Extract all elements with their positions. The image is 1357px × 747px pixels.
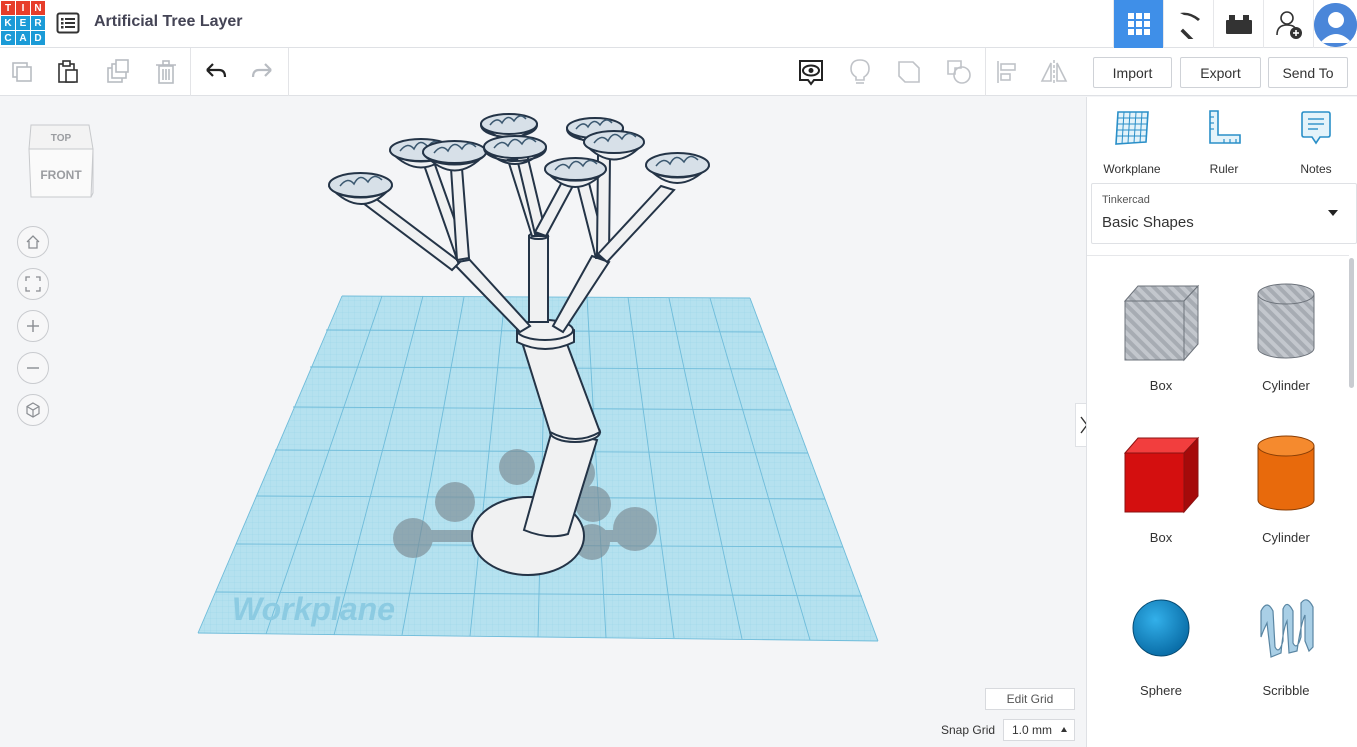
logo-letter: D <box>31 31 45 45</box>
shapes-panel: Workplane Ruler Notes Tinkercad Basic Sh… <box>1086 97 1357 747</box>
leaf-bowl[interactable] <box>479 113 539 140</box>
shape-name: Cylinder <box>1262 530 1310 545</box>
snap-grid-value: 1.0 mm <box>1012 723 1053 737</box>
fit-all-icon[interactable] <box>17 268 49 300</box>
box-hole-icon <box>1123 284 1200 362</box>
snap-grid-select[interactable]: 1.0 mm <box>1003 719 1075 741</box>
paste-icon[interactable] <box>52 56 84 88</box>
bricks-icon[interactable] <box>1213 0 1263 48</box>
3d-viewport[interactable]: Workplane TOP FRONT Edit Grid Snap Grid … <box>0 97 1091 747</box>
ruler-tool-label: Ruler <box>1209 162 1239 176</box>
delete-icon[interactable] <box>150 56 182 88</box>
group-icon[interactable] <box>893 56 925 88</box>
zoom-in-icon[interactable] <box>17 310 49 342</box>
add-user-icon[interactable] <box>1263 0 1313 48</box>
import-button[interactable]: Import <box>1093 57 1172 88</box>
view-cube[interactable]: TOP FRONT <box>25 121 97 205</box>
logo-letter: C <box>1 31 15 45</box>
workplane-label: Workplane <box>232 591 395 627</box>
workplane-icon <box>1115 111 1149 145</box>
shape-grid: Box Cylinder Box Cylinder Sphere Scribbl… <box>1087 255 1349 747</box>
toolbar-separator <box>985 48 986 96</box>
notes-tool-label: Notes <box>1300 162 1332 176</box>
shape-name: Sphere <box>1140 683 1182 698</box>
snap-grid-label: Snap Grid <box>941 723 996 737</box>
shape-box[interactable]: Box <box>1106 428 1216 548</box>
logo-letter: T <box>1 1 15 15</box>
pickaxe-icon[interactable] <box>1163 0 1213 48</box>
ruler-tool[interactable]: Ruler <box>1184 107 1264 176</box>
shape-name: Box <box>1149 378 1173 393</box>
zoom-out-icon[interactable] <box>17 352 49 384</box>
home-view-icon[interactable] <box>17 226 49 258</box>
design-title[interactable]: Artificial Tree Layer <box>94 13 243 31</box>
workplane-tool[interactable]: Workplane <box>1092 107 1172 176</box>
align-icon[interactable] <box>991 56 1023 88</box>
shape-library-select[interactable]: Tinkercad Basic Shapes <box>1091 183 1357 244</box>
export-button[interactable]: Export <box>1180 57 1261 88</box>
user-avatar[interactable] <box>1313 0 1357 48</box>
viewcube-front-label: FRONT <box>40 168 82 182</box>
shape-sphere[interactable]: Sphere <box>1106 581 1216 701</box>
sphere-icon <box>1132 599 1190 657</box>
chevron-down-icon <box>1328 210 1338 216</box>
chevron-up-icon <box>1061 727 1067 732</box>
cylinder-icon <box>1257 435 1315 511</box>
leaf-bowl[interactable] <box>645 152 710 184</box>
notes-tool[interactable]: Notes <box>1276 107 1356 176</box>
toolbar-separator <box>288 48 289 96</box>
workplane-tool-label: Workplane <box>1103 162 1161 176</box>
send-to-button[interactable]: Send To <box>1268 57 1348 88</box>
logo-letter: R <box>31 16 45 30</box>
logo-letter: N <box>31 1 45 15</box>
shape-name: Cylinder <box>1262 378 1310 393</box>
leaf-bowl[interactable] <box>328 172 393 205</box>
notes-icon <box>1301 111 1331 145</box>
shape-cylinder-hole[interactable]: Cylinder <box>1231 276 1341 396</box>
top-right-actions <box>1113 0 1357 48</box>
scribble-icon <box>1260 599 1314 658</box>
shape-scribble[interactable]: Scribble <box>1231 581 1341 701</box>
panel-scrollbar[interactable] <box>1349 258 1354 388</box>
duplicate-icon[interactable] <box>102 56 134 88</box>
logo-letter: I <box>16 1 30 15</box>
top-bar: T I N K E R C A D Artificial Tree Layer <box>0 0 1357 48</box>
shape-box-hole[interactable]: Box <box>1106 276 1216 396</box>
edit-grid-button[interactable]: Edit Grid <box>985 688 1075 710</box>
ungroup-icon[interactable] <box>943 56 975 88</box>
ortho-view-icon[interactable] <box>17 394 49 426</box>
library-name: Basic Shapes <box>1102 214 1194 231</box>
toolbar-separator <box>190 48 191 96</box>
logo-letter: A <box>16 31 30 45</box>
copy-icon[interactable] <box>6 56 38 88</box>
redo-icon[interactable] <box>246 56 278 88</box>
box-icon <box>1123 436 1200 514</box>
tinkercad-logo[interactable]: T I N K E R C A D <box>0 0 45 46</box>
shape-name: Box <box>1149 530 1173 545</box>
scene-canvas[interactable]: Workplane <box>0 97 1086 747</box>
viewcube-top-label: TOP <box>51 133 72 144</box>
avatar-image <box>1314 3 1357 47</box>
cylinder-hole-icon <box>1257 283 1315 359</box>
shape-cylinder[interactable]: Cylinder <box>1231 428 1341 548</box>
shape-name: Scribble <box>1262 683 1310 698</box>
logo-letter: E <box>16 16 30 30</box>
lightbulb-icon[interactable] <box>844 56 876 88</box>
leaf-bowl[interactable] <box>583 130 645 161</box>
ruler-icon <box>1209 110 1241 144</box>
mirror-icon[interactable] <box>1038 56 1070 88</box>
logo-letter: K <box>1 16 15 30</box>
undo-icon[interactable] <box>200 56 232 88</box>
grid-view-icon[interactable] <box>1113 0 1163 48</box>
design-list-icon[interactable] <box>56 12 80 34</box>
library-provider: Tinkercad <box>1102 194 1150 206</box>
show-all-icon[interactable] <box>795 56 827 88</box>
edit-toolbar: Import Export Send To <box>0 48 1357 96</box>
